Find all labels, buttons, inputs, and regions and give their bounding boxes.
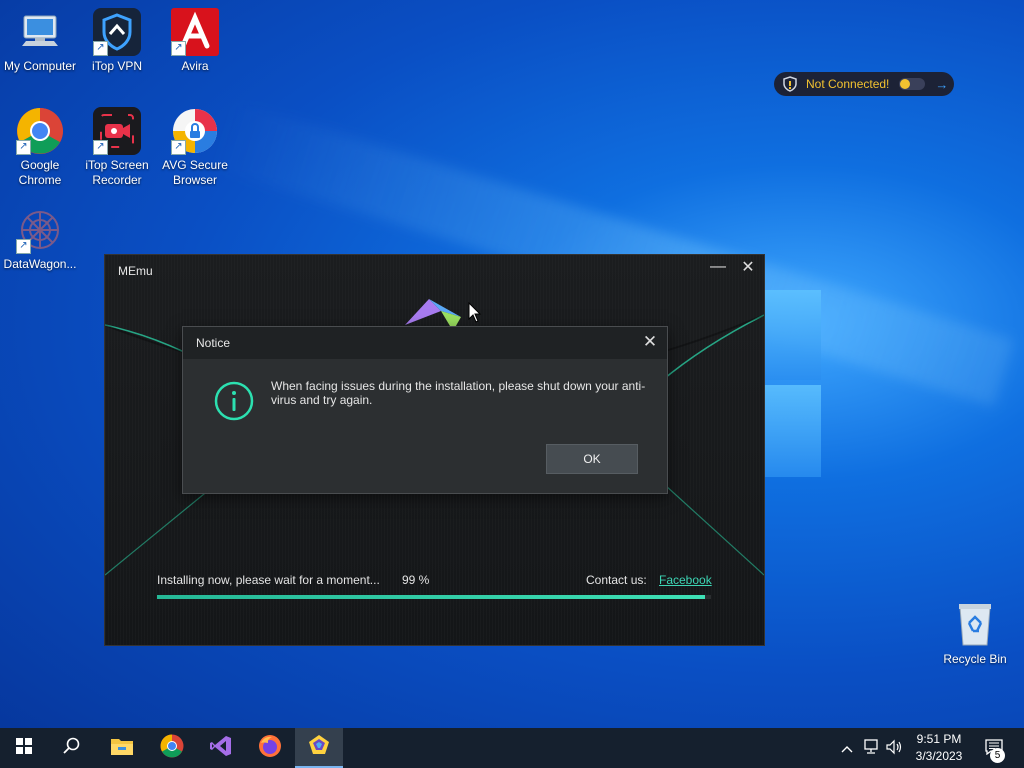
avg-secure-browser-icon: ↗ xyxy=(171,107,219,155)
search-button[interactable] xyxy=(48,728,96,768)
tray-show-hidden-icons[interactable] xyxy=(838,728,856,768)
vpn-toggle[interactable] xyxy=(899,78,926,90)
notice-header xyxy=(183,327,667,359)
desktop-icon-itop-screen-recorder[interactable]: ↗ iTop Screen Recorder xyxy=(77,107,157,188)
visual-studio-icon xyxy=(209,734,233,763)
file-explorer-icon xyxy=(110,736,134,761)
recycle-bin-icon xyxy=(951,601,999,649)
windows-start-button[interactable] xyxy=(0,728,48,768)
desktop-icon-avira[interactable]: ↗ Avira xyxy=(155,8,235,74)
notice-close-button[interactable]: ✕ xyxy=(641,333,659,351)
vpn-status-text: Not Connected! xyxy=(806,77,890,91)
vpn-shield-icon xyxy=(782,76,798,92)
chrome-icon xyxy=(160,734,184,763)
desktop-icon-itop-vpn[interactable]: ↗ iTop VPN xyxy=(77,8,157,74)
speaker-icon xyxy=(885,739,903,758)
desktop-icon-google-chrome[interactable]: ↗ Google Chrome xyxy=(0,107,80,188)
avira-icon: ↗ xyxy=(171,8,219,56)
shortcut-arrow-icon: ↗ xyxy=(16,140,31,155)
memu-icon xyxy=(307,733,331,762)
facebook-link[interactable]: Facebook xyxy=(659,573,712,587)
notification-count-badge: 5 xyxy=(990,748,1005,763)
desktop-icon-datawagon[interactable]: ↗ DataWagon... xyxy=(0,206,80,272)
taskbar-memu[interactable] xyxy=(295,728,343,768)
notice-message: When facing issues during the installati… xyxy=(271,379,646,407)
close-button[interactable]: ✕ xyxy=(739,259,757,277)
chrome-icon: ↗ xyxy=(16,107,64,155)
install-progress-fill xyxy=(157,595,706,599)
chevron-up-icon xyxy=(841,741,853,756)
tray-network[interactable] xyxy=(860,728,882,768)
notice-dialog: Notice ✕ When facing issues during the i… xyxy=(182,326,668,494)
desktop-icon-avg-secure-browser[interactable]: ↗ AVG Secure Browser xyxy=(155,107,235,188)
taskbar-visual-studio[interactable] xyxy=(197,728,245,768)
contact-label: Contact us: xyxy=(586,573,647,587)
windows-logo-wallpaper xyxy=(763,290,825,480)
shortcut-arrow-icon: ↗ xyxy=(171,41,186,56)
network-icon xyxy=(862,738,880,758)
memu-window-title: MEmu xyxy=(118,264,153,278)
desktop-icon-my-computer[interactable]: My Computer xyxy=(0,8,80,74)
taskbar: 9:51 PM 3/3/2023 xyxy=(0,728,1024,768)
windows-start-icon xyxy=(16,737,32,759)
search-icon xyxy=(63,737,81,760)
install-progress-percent: 99 % xyxy=(402,573,430,587)
shortcut-arrow-icon: ↗ xyxy=(93,140,108,155)
clock-time: 9:51 PM xyxy=(916,732,962,746)
datawagon-icon: ↗ xyxy=(16,206,64,254)
install-progress-bar xyxy=(157,595,711,599)
desktop-icon-recycle-bin[interactable]: Recycle Bin xyxy=(935,601,1015,667)
mouse-cursor-icon xyxy=(468,301,482,324)
tray-volume[interactable] xyxy=(884,728,904,768)
notice-title: Notice xyxy=(196,336,231,350)
taskbar-clock[interactable]: 9:51 PM 3/3/2023 xyxy=(905,731,973,765)
taskbar-chrome[interactable] xyxy=(148,728,196,768)
shortcut-arrow-icon: ↗ xyxy=(93,41,108,56)
clock-date: 3/3/2023 xyxy=(915,749,963,763)
minimize-button[interactable]: — xyxy=(709,259,727,277)
taskbar-file-explorer[interactable] xyxy=(98,728,146,768)
info-icon xyxy=(214,381,254,421)
itop-vpn-icon: ↗ xyxy=(93,8,141,56)
vpn-status-widget[interactable]: Not Connected! → xyxy=(774,72,954,96)
shortcut-arrow-icon: ↗ xyxy=(16,239,31,254)
firefox-icon xyxy=(258,734,282,763)
arrow-right-icon[interactable]: → xyxy=(935,77,948,92)
shortcut-arrow-icon: ↗ xyxy=(171,140,186,155)
computer-icon xyxy=(16,8,64,56)
ok-button[interactable]: OK xyxy=(546,444,638,474)
taskbar-firefox[interactable] xyxy=(246,728,294,768)
install-status-text: Installing now, please wait for a moment… xyxy=(157,573,380,587)
itop-screen-recorder-icon: ↗ xyxy=(93,107,141,155)
